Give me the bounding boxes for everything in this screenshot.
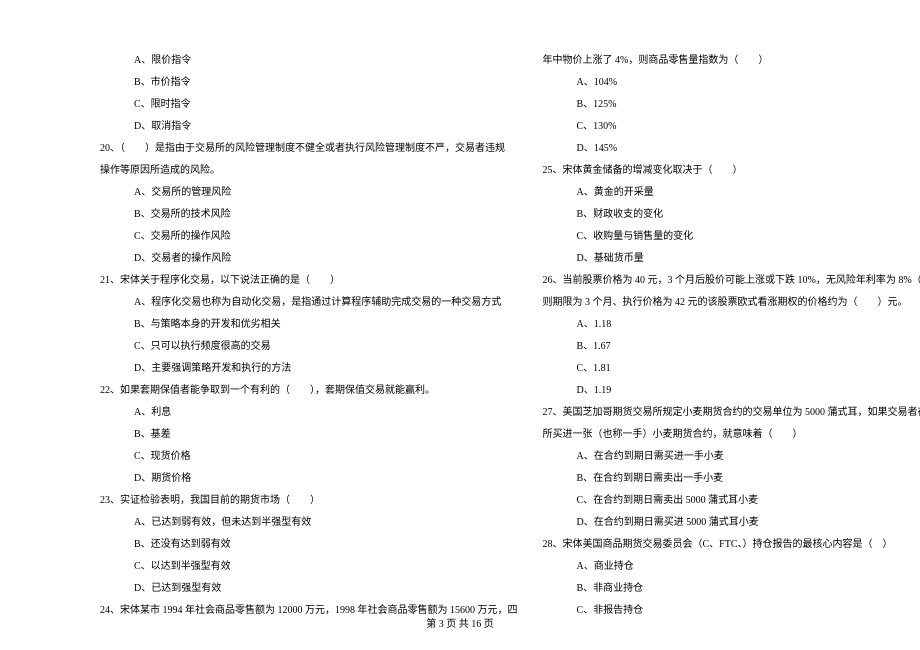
- option: C、130%: [543, 116, 920, 138]
- option: A、在合约到期日需买进一手小麦: [543, 446, 920, 468]
- q23-stem: 23、实证检验表明，我国目前的期货市场（ ）: [100, 490, 518, 512]
- q20-stem: 20、（ ）是指由于交易所的风险管理制度不健全或者执行风险管理制度不严，交易者违…: [100, 138, 518, 160]
- option: C、只可以执行频度很高的交易: [100, 336, 518, 358]
- option: D、145%: [543, 138, 920, 160]
- option: B、在合约到期日需卖出一手小麦: [543, 468, 920, 490]
- option: C、1.81: [543, 358, 920, 380]
- option: A、1.18: [543, 314, 920, 336]
- q24-cont: 年中物价上涨了 4%，则商品零售量指数为（ ）: [543, 50, 920, 72]
- option: A、限价指令: [100, 50, 518, 72]
- option: C、交易所的操作风险: [100, 226, 518, 248]
- q26-stem2: 则期限为 3 个月、执行价格为 42 元的该股票欧式看涨期权的价格约为（ ）元。: [543, 292, 920, 314]
- option: D、交易者的操作风险: [100, 248, 518, 270]
- option: A、利息: [100, 402, 518, 424]
- option: B、125%: [543, 94, 920, 116]
- option: C、以达到半强型有效: [100, 556, 518, 578]
- option: B、1.67: [543, 336, 920, 358]
- option: B、基差: [100, 424, 518, 446]
- option: C、收购量与销售量的变化: [543, 226, 920, 248]
- option: D、基础货币量: [543, 248, 920, 270]
- q28-stem: 28、宋体美国商品期货交易委员会（C、FTC、）持仓报告的最核心内容是（ ）: [543, 534, 920, 556]
- option: D、已达到强型有效: [100, 578, 518, 600]
- page-footer: 第 3 页 共 16 页: [0, 615, 920, 630]
- option: D、在合约到期日需买进 5000 蒲式耳小麦: [543, 512, 920, 534]
- option: C、现货价格: [100, 446, 518, 468]
- q27-stem2: 所买进一张（也称一手）小麦期货合约，就意味着（ ）: [543, 424, 920, 446]
- option: B、市价指令: [100, 72, 518, 94]
- option: A、交易所的管理风险: [100, 182, 518, 204]
- option: B、非商业持仓: [543, 578, 920, 600]
- right-column: 年中物价上涨了 4%，则商品零售量指数为（ ） A、104% B、125% C、…: [543, 50, 920, 630]
- q26-stem: 26、当前股票价格为 40 元，3 个月后股价可能上涨或下跌 10%，无风险年利…: [543, 270, 920, 292]
- q25-stem: 25、宋体黄金储备的增减变化取决于（ ）: [543, 160, 920, 182]
- option: A、商业持仓: [543, 556, 920, 578]
- option: C、在合约到期日需卖出 5000 蒲式耳小麦: [543, 490, 920, 512]
- option: D、取消指令: [100, 116, 518, 138]
- option: D、1.19: [543, 380, 920, 402]
- option: B、与策略本身的开发和优劣相关: [100, 314, 518, 336]
- option: D、期货价格: [100, 468, 518, 490]
- q22-stem: 22、如果套期保值者能争取到一个有利的（ ），套期保值交易就能赢利。: [100, 380, 518, 402]
- option: C、限时指令: [100, 94, 518, 116]
- option: B、财政收支的变化: [543, 204, 920, 226]
- option: A、已达到弱有效，但未达到半强型有效: [100, 512, 518, 534]
- option: A、程序化交易也称为自动化交易，是指通过计算程序辅助完成交易的一种交易方式: [100, 292, 518, 314]
- option: D、主要强调策略开发和执行的方法: [100, 358, 518, 380]
- option: A、黄金的开采量: [543, 182, 920, 204]
- option: B、交易所的技术风险: [100, 204, 518, 226]
- q20-stem2: 操作等原因所造成的风险。: [100, 160, 518, 182]
- option: B、还没有达到弱有效: [100, 534, 518, 556]
- left-column: A、限价指令 B、市价指令 C、限时指令 D、取消指令 20、（ ）是指由于交易…: [20, 50, 543, 630]
- q27-stem: 27、美国芝加哥期货交易所规定小麦期货合约的交易单位为 5000 蒲式耳，如果交…: [543, 402, 920, 424]
- option: A、104%: [543, 72, 920, 94]
- q21-stem: 21、宋体关于程序化交易，以下说法正确的是（ ）: [100, 270, 518, 292]
